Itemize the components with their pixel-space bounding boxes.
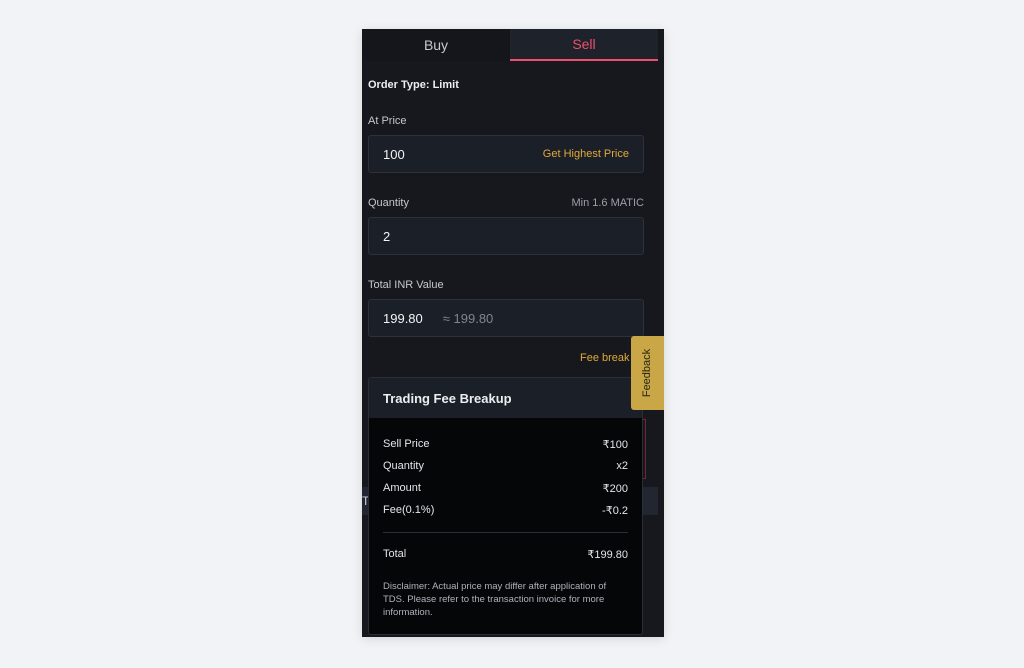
popover-title: Trading Fee Breakup — [369, 378, 642, 418]
trade-panel: Buy Sell Order Type: Limit At Price 100 … — [362, 29, 664, 637]
buy-sell-tabs: Buy Sell — [362, 29, 658, 61]
feedback-label: Feedback — [641, 348, 654, 398]
at-price-field[interactable]: 100 Get Highest Price — [368, 135, 644, 173]
fee-row-sell-price: Sell Price ₹100 — [383, 438, 628, 451]
fee-total-value: ₹199.80 — [587, 549, 628, 561]
at-price-value: 100 — [383, 146, 405, 162]
fee-row-label: Sell Price — [383, 438, 430, 450]
quantity-min-hint: Min 1.6 MATIC — [571, 197, 644, 209]
disclaimer-text: Disclaimer: Actual price may differ afte… — [383, 581, 607, 618]
fee-row-label: Fee(0.1%) — [383, 504, 435, 516]
tab-sell[interactable]: Sell — [510, 29, 658, 61]
feedback-button[interactable]: Feedback — [631, 336, 664, 410]
total-inr-approx: ≈ 199.80 — [442, 310, 494, 326]
fee-row-total: Total ₹199.80 — [383, 548, 628, 561]
fee-row-value: x2 — [616, 460, 628, 472]
fee-row-value: -₹0.2 — [602, 505, 628, 517]
trading-fee-breakup-popover: Trading Fee Breakup Sell Price ₹100 Quan… — [368, 377, 643, 635]
fee-breakup-link[interactable]: Fee break — [580, 352, 630, 364]
fee-row-label: Quantity — [383, 460, 424, 472]
tab-buy[interactable]: Buy — [362, 29, 510, 61]
total-inr-value: 199.80 — [383, 310, 423, 326]
quantity-value: 2 — [383, 228, 391, 244]
fee-total-label: Total — [383, 548, 407, 560]
total-inr-field[interactable]: 199.80 ≈ 199.80 — [368, 299, 644, 337]
popover-divider — [383, 532, 628, 533]
quantity-field[interactable]: 2 — [368, 217, 644, 255]
get-highest-price-button[interactable]: Get Highest Price — [543, 148, 629, 160]
fee-row-label: Amount — [383, 482, 421, 494]
fee-row-amount: Amount ₹200 — [383, 482, 628, 495]
fee-row-value: ₹100 — [602, 439, 628, 451]
fee-row-value: ₹200 — [602, 483, 628, 495]
at-price-label: At Price — [368, 115, 407, 127]
total-inr-label: Total INR Value — [368, 279, 444, 291]
order-type-label: Order Type: Limit — [368, 79, 459, 91]
fee-row-fee: Fee(0.1%) -₹0.2 — [383, 504, 628, 517]
quantity-label: Quantity — [368, 197, 409, 209]
fee-row-quantity: Quantity x2 — [383, 460, 628, 472]
